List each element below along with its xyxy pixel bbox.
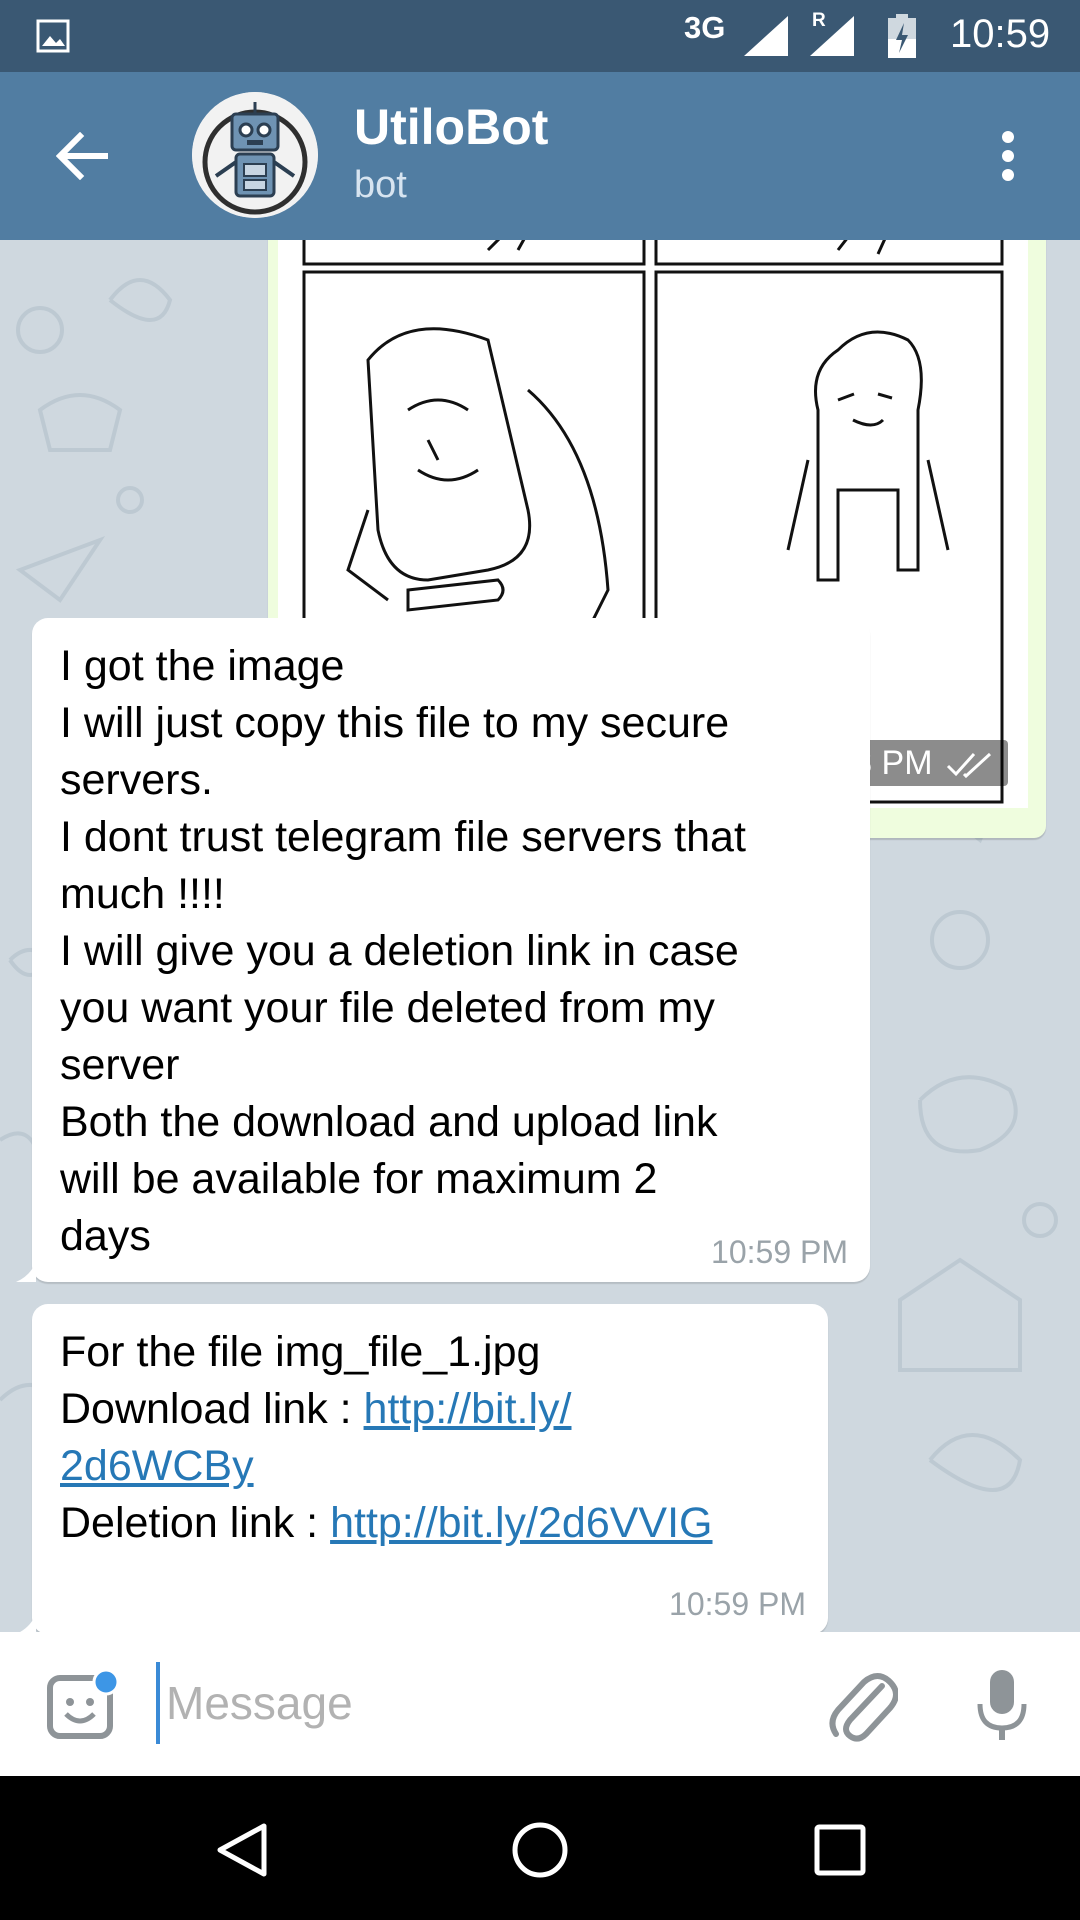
message-line: you want your file deleted from my [60,984,715,1032]
signal-2-icon [810,16,854,56]
message-line: I will just copy this file to my secure [60,699,730,747]
message-line: I dont trust telegram file servers that [60,813,746,861]
message-timestamp: 10:59 PM [711,1234,848,1270]
bot-avatar[interactable] [192,92,318,218]
robot-avatar-icon [192,92,318,218]
message-line: For the file img_file_1.jpg [60,1328,541,1376]
deletion-link[interactable]: http://bit.ly/2d6VVIG [330,1499,712,1547]
gallery-notification-icon [36,19,70,53]
message-text: For the file img_file_1.jpg Download lin… [60,1324,830,1552]
deletion-label: Deletion link : [60,1499,331,1547]
message-line: much !!!! [60,870,225,918]
sticker-emoji-icon[interactable] [46,1668,120,1740]
nav-back-icon[interactable] [212,1820,272,1880]
network-type: 3G [684,10,726,45]
system-nav-bar [0,1776,1080,1920]
incoming-message[interactable]: I got the image I will just copy this fi… [16,618,870,1282]
message-line: I will give you a deletion link in case [60,927,739,975]
more-vert-icon[interactable] [996,130,1020,182]
chat-title[interactable]: UtiloBot [354,98,548,156]
chat-subtitle: bot [354,164,407,206]
signal-icon [744,16,788,56]
message-line: Both the download and upload link [60,1098,718,1146]
back-arrow-icon[interactable] [56,132,108,180]
bubble-tail [16,1262,36,1282]
download-link[interactable]: http://bit.ly/ [364,1385,572,1433]
double-check-icon [946,752,992,779]
download-line-continued: 2d6WCBy [60,1438,830,1495]
message-line: will be available for maximum 2 [60,1155,658,1203]
download-line: Download link : http://bit.ly/ [60,1381,830,1438]
bubble-tail [20,1614,36,1632]
download-link-continued[interactable]: 2d6WCBy [60,1442,254,1490]
message-line: server [60,1041,180,1089]
battery-icon [888,14,916,58]
nav-home-icon[interactable] [510,1820,570,1880]
microphone-icon[interactable] [974,1668,1030,1744]
deletion-line: Deletion link : http://bit.ly/2d6VVIG [60,1495,830,1552]
message-list[interactable]: 10:58 PM I got the image I will just cop… [0,240,1080,1632]
incoming-message[interactable]: For the file img_file_1.jpg Download lin… [20,1304,830,1632]
status-clock: 10:59 [950,12,1051,56]
message-text: I got the image I will just copy this fi… [60,638,850,1265]
message-timestamp: 10:59 PM [669,1586,806,1622]
download-label: Download link : [60,1385,364,1433]
nav-recents-icon[interactable] [814,1824,866,1876]
message-line: I got the image [60,642,345,690]
chat-header: UtiloBot bot [0,72,1080,240]
status-bar: 3G R 10:59 [0,0,1080,72]
message-input[interactable] [156,1662,818,1744]
message-composer [0,1632,1080,1776]
message-line: servers. [60,756,213,804]
attach-icon[interactable] [828,1670,898,1746]
